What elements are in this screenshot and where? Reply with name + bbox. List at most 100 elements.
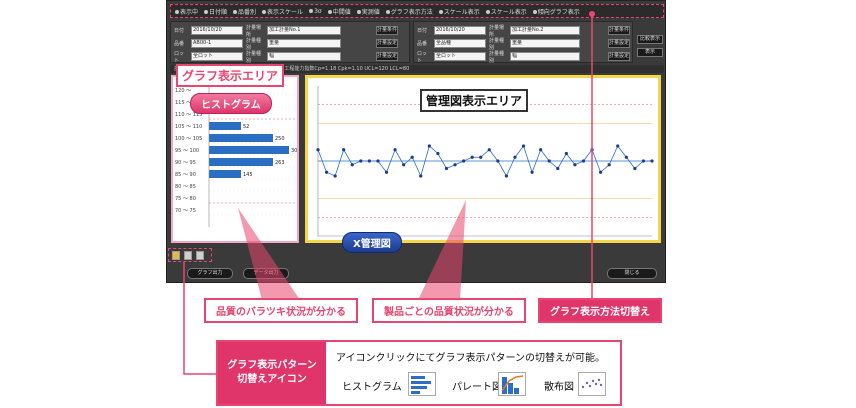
control-point [504,174,509,178]
toolbar-option[interactable]: 中間値 [327,7,351,16]
histogram-pill: ヒストグラム [190,93,272,114]
legend-scatter-label: 散布図 [544,382,574,393]
histogram-bar [209,146,289,154]
control-point [556,166,560,171]
cond-select[interactable]: 重量 [267,39,341,48]
legend-title: グラフ表示パターン 切替えアイコン [218,342,326,404]
legend-title-line2: 切替えアイコン [237,374,307,385]
toolbar-option[interactable]: 3σ [309,8,322,15]
control-point [573,163,577,167]
x-chart-pill: X管理図 [342,232,402,253]
lot-label: ロット [174,50,185,64]
histogram-bar [209,122,241,130]
control-point [487,148,491,152]
control-point [616,144,620,148]
cond-select[interactable]: 重量 [510,39,580,48]
left-btn-1[interactable]: 計量条件 [376,26,398,35]
control-point [384,170,389,174]
switch-icon-legend: グラフ表示パターン 切替えアイコン アイコンクリックにてグラフ表示パターンの切替… [216,340,622,406]
histogram-bin-label: 75 〜 80 [175,196,196,202]
control-point [607,163,611,167]
variation-callout: 品質のバラツキ状況が分かる [204,298,358,323]
control-point [316,148,320,152]
process-field[interactable]: 加工計量No.1 [267,26,341,35]
control-point [376,159,380,163]
date-field[interactable]: 2016/10/20 [191,26,243,35]
histogram-count-label: 145 [243,172,253,178]
control-point [641,159,646,163]
cond2-label: 計量種別 [489,50,505,64]
histogram-icon [408,372,436,396]
lot-field[interactable]: 全ロット [434,52,486,61]
product-callout: 製品ごとの品質状況が分かる [372,298,526,323]
toolbar-option[interactable]: 表示中 [175,7,198,16]
control-point [410,155,414,159]
legend-title-line1: グラフ表示パターン [227,360,317,371]
toolbar-option[interactable]: 品番別 [233,7,256,16]
item-field[interactable]: AB00-1 [191,39,243,48]
histogram-count-label: 305 [291,148,297,154]
toolbar-option[interactable]: グラフ表示方法 [385,7,433,16]
control-point [521,144,526,148]
right-btn-3[interactable]: 計量設定 [608,52,630,61]
compare-display-button[interactable]: 比較表示 [637,35,663,44]
scatter-switch-icon[interactable] [196,251,204,260]
left-btn-3[interactable]: 計量設定 [376,52,398,61]
date-label: 日付 [174,28,185,34]
graph-pattern-switch-icons [168,248,212,262]
scatter-icon [578,372,606,396]
histogram-bin-label: 85 〜 90 [175,172,196,178]
control-point [530,170,534,174]
histogram-bar [209,170,241,178]
histogram-bin-label: 80 〜 85 [175,184,196,190]
histogram-switch-icon[interactable] [172,251,180,260]
app-window: 表示中 日付順 品番別 表示スケール 3σ 中間値 実測値 グラフ表示方法 スケール表示 スケール… [166,0,666,283]
condition-form-right: 日付 2016/10/20 計量場所 加工計量No.2 品番 全品種 計量種別 … [413,21,633,64]
right-btn-2[interactable]: 計量設定 [608,39,630,48]
item-label: 品番 [174,41,185,47]
left-btn-2[interactable]: 計量設定 [376,39,398,48]
toolbar-option[interactable]: 日付順 [204,7,227,16]
toolbar-option[interactable]: スケール表示 [485,7,527,16]
process-field[interactable]: 加工計量No.2 [510,26,580,35]
histogram-count-label: 250 [275,136,285,142]
graph-area-label: グラフ表示エリア [176,64,285,87]
legend-histogram-label: ヒストグラム [342,382,402,393]
control-point [470,155,474,159]
cond-label: 計量種別 [246,37,262,51]
legend-description: アイコンクリックにてグラフ表示パターンの切替えが可能。 [336,353,605,364]
toolbar-option[interactable]: 実測値 [356,7,380,16]
histogram-bar [209,134,273,142]
cond2-select[interactable]: 幅 [267,52,341,61]
graph-output-button[interactable]: グラフ出力 [187,268,233,279]
toolbar-option[interactable]: スケール表示 [438,7,480,16]
close-button[interactable]: 閉じる [607,268,657,279]
process-label: 計量場所 [489,24,505,38]
toolbar-option[interactable]: 傾向グラフ表示 [532,7,580,16]
item-field[interactable]: 全品種 [434,39,486,48]
histogram-bin-label: 105 〜 110 [175,124,202,130]
control-point [581,159,586,163]
control-point [427,144,431,148]
display-button[interactable]: 表示 [637,48,663,57]
control-point [633,166,637,171]
histogram-bin-label: 120 〜 [175,88,191,94]
date-label: 日付 [417,28,428,34]
control-point [393,148,397,152]
control-point [547,159,551,163]
condition-form-left: 日付 2016/10/20 計量場所 加工計量No.1 品番 AB00-1 計量… [170,21,410,64]
right-btn-1[interactable]: 計量条件 [608,26,630,35]
date-field[interactable]: 2016/10/20 [434,26,486,35]
cond-label: 計量種別 [489,37,505,51]
control-point [419,174,423,178]
lot-field[interactable]: 全ロット [191,52,243,61]
histogram-bin-label: 95 〜 100 [175,148,199,154]
histogram-bin-label: 90 〜 95 [175,160,196,166]
data-output-button[interactable]: データ出力 [243,268,289,279]
control-point [359,159,363,163]
cond2-select[interactable]: 幅 [510,52,580,61]
control-point [650,159,654,163]
item-label: 品番 [417,41,428,47]
toolbar-option[interactable]: 表示スケール [262,7,303,16]
pareto-switch-icon[interactable] [184,251,192,260]
